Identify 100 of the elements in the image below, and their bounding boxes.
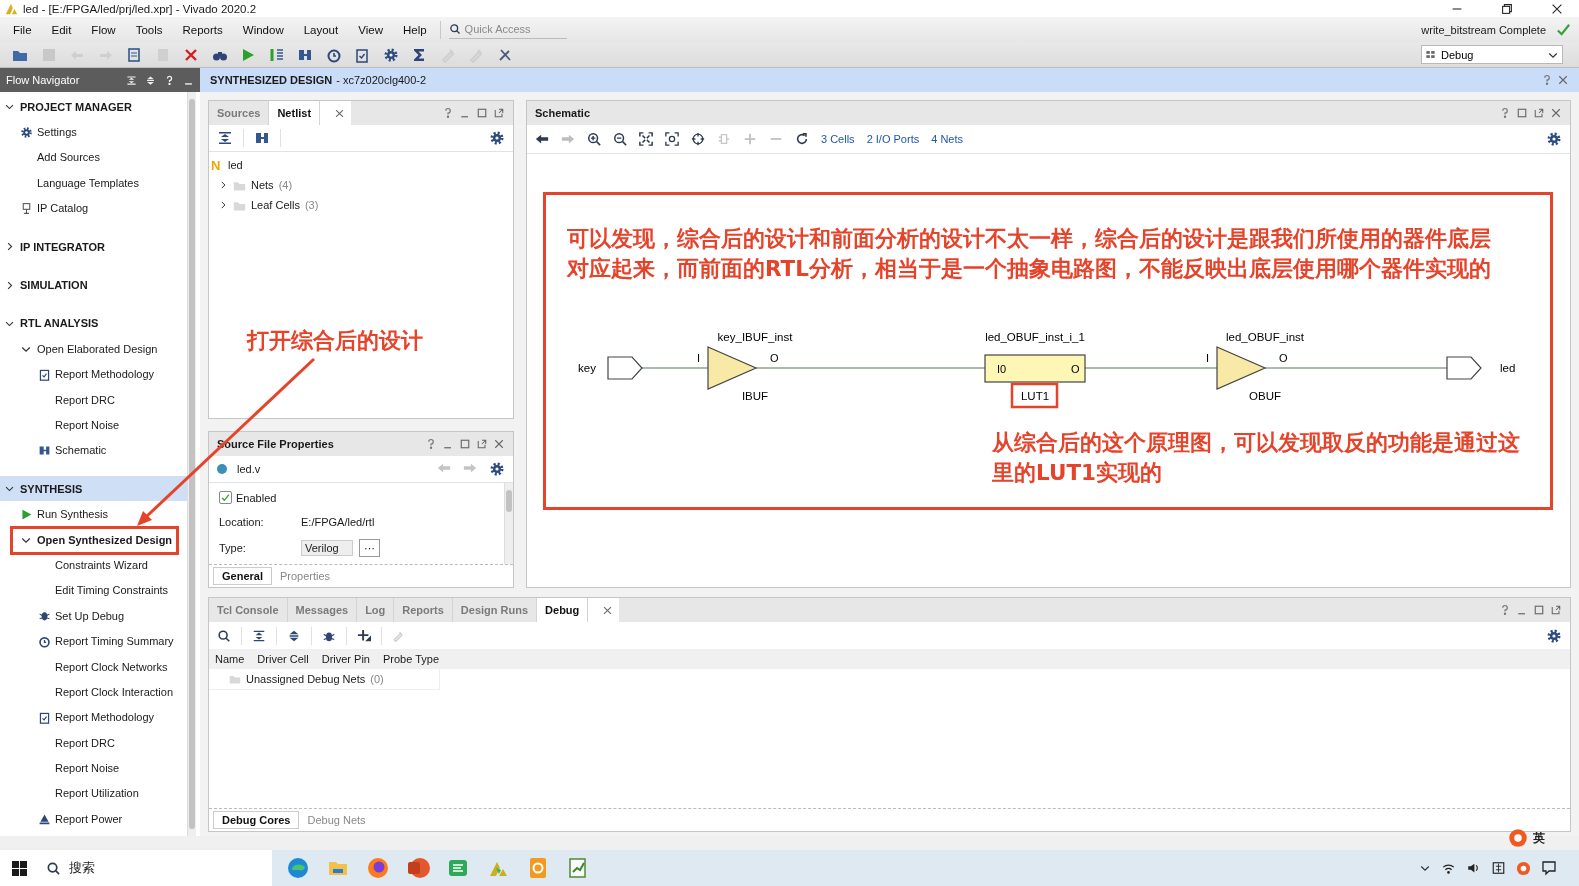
chevron-right-icon[interactable] xyxy=(218,200,228,210)
help-icon[interactable] xyxy=(442,107,454,119)
sogou-icon[interactable] xyxy=(1508,828,1528,848)
nav-item[interactable]: Set Up Debug xyxy=(0,603,187,629)
menu-item[interactable]: Window xyxy=(235,23,284,36)
float-icon[interactable] xyxy=(493,107,505,119)
nav-item[interactable]: IP Catalog xyxy=(0,195,187,221)
menu-item[interactable]: Layout xyxy=(296,23,339,36)
crosshair-icon[interactable] xyxy=(691,132,705,146)
enabled-checkbox[interactable]: Enabled xyxy=(219,491,494,504)
tree-item[interactable]: led xyxy=(228,159,243,171)
nav-item[interactable]: Settings xyxy=(0,119,187,145)
expand-all-icon[interactable] xyxy=(287,628,301,643)
back-arrow-icon[interactable] xyxy=(535,132,549,146)
maximize-icon[interactable] xyxy=(459,438,471,450)
zoom-out-icon[interactable] xyxy=(613,132,627,146)
nav-section[interactable]: IP INTEGRATOR xyxy=(0,233,187,260)
maximize-icon[interactable] xyxy=(1516,107,1528,119)
buffer-cell[interactable] xyxy=(707,346,758,390)
column-header[interactable]: Probe Type xyxy=(383,653,453,665)
nav-item[interactable]: Report DRC xyxy=(0,730,187,756)
zoom-in-icon[interactable] xyxy=(587,132,601,146)
collapse-all-icon[interactable] xyxy=(252,628,266,643)
type-field[interactable]: Verilog xyxy=(301,540,353,556)
nav-item[interactable]: Report Utilization xyxy=(0,780,187,807)
port-symbol[interactable] xyxy=(607,356,643,380)
float-icon[interactable] xyxy=(1533,107,1545,119)
nav-item[interactable]: Report Noise xyxy=(0,755,187,781)
nav-item[interactable]: Report Power xyxy=(0,806,187,832)
nav-item[interactable]: Report Timing Summary xyxy=(0,628,187,654)
help-icon[interactable] xyxy=(1541,74,1553,86)
maximize-icon[interactable] xyxy=(476,107,488,119)
menu-item[interactable]: Edit xyxy=(44,23,72,36)
input-method-icon[interactable] xyxy=(1491,861,1506,875)
nav-item[interactable]: Report Noise xyxy=(0,412,187,438)
ime-mode[interactable]: 英 xyxy=(1533,829,1545,847)
nav-item[interactable]: Report Methodology xyxy=(0,361,187,387)
zoom-fit-selection-icon[interactable] xyxy=(665,132,679,146)
delete-icon[interactable] xyxy=(183,46,199,63)
nav-section[interactable]: PROJECT MANAGER xyxy=(0,94,187,120)
help-icon[interactable] xyxy=(1499,604,1511,616)
panel-tab[interactable]: General xyxy=(213,567,272,585)
settings-icon[interactable] xyxy=(489,461,505,477)
tree-item[interactable]: Unassigned Debug Nets xyxy=(246,673,366,685)
notification-icon[interactable] xyxy=(1541,860,1557,876)
column-header[interactable]: Name xyxy=(215,653,258,665)
collapse-all-icon[interactable] xyxy=(217,130,233,146)
add-icon[interactable] xyxy=(357,628,371,643)
run-icon[interactable] xyxy=(240,46,256,63)
wire[interactable] xyxy=(641,367,1448,369)
layout-dropdown[interactable]: Debug xyxy=(1421,45,1563,64)
bitstream-icon[interactable] xyxy=(268,46,285,63)
fit-icon[interactable] xyxy=(639,132,653,146)
stat-link[interactable]: 4 Nets xyxy=(931,133,963,145)
settings-icon[interactable] xyxy=(489,130,505,146)
menu-item[interactable]: Flow xyxy=(84,23,116,36)
document-icon[interactable] xyxy=(126,46,142,63)
nav-section[interactable]: SYNTHESIS xyxy=(0,476,187,502)
nav-item[interactable]: Constraints Wizard xyxy=(0,552,187,578)
quick-access-field[interactable]: Quick Access xyxy=(462,22,567,36)
taskbar-search-field[interactable]: 搜索 xyxy=(38,850,272,886)
float-icon[interactable] xyxy=(476,438,488,450)
menu-item[interactable]: Tools xyxy=(128,23,163,36)
settings-icon[interactable] xyxy=(1546,131,1562,147)
chevron-right-icon[interactable] xyxy=(218,180,228,190)
panel-tab[interactable]: Debug Nets xyxy=(299,811,374,829)
float-icon[interactable] xyxy=(1550,604,1562,616)
windows-logo-icon[interactable] xyxy=(11,860,27,876)
help-icon[interactable] xyxy=(164,74,175,86)
menu-item[interactable]: View xyxy=(351,23,383,36)
menu-item[interactable]: Reports xyxy=(175,23,223,36)
nav-section[interactable]: RTL ANALYSIS xyxy=(0,310,187,337)
restore-icon[interactable] xyxy=(1499,1,1514,16)
nav-item[interactable]: Edit Timing Constraints xyxy=(0,577,187,604)
panel-tab[interactable]: Debug Cores xyxy=(213,811,300,829)
column-header[interactable]: Driver Cell xyxy=(257,653,322,665)
buffer-cell[interactable] xyxy=(1216,346,1267,390)
stat-link[interactable]: 3 Cells xyxy=(821,133,855,145)
nav-item[interactable]: Report DRC xyxy=(0,386,187,413)
nav-item[interactable]: Report Clock Networks xyxy=(0,653,187,680)
collapse-all-icon[interactable] xyxy=(126,74,137,86)
nav-item[interactable]: Schematic xyxy=(0,437,187,464)
nav-item[interactable]: Add Sources xyxy=(0,144,187,171)
tree-item[interactable]: Leaf Cells xyxy=(251,199,300,211)
panel-tab[interactable]: Properties xyxy=(271,567,339,585)
maximize-icon[interactable] xyxy=(1533,604,1545,616)
nav-item[interactable]: Open Elaborated Design xyxy=(0,336,187,362)
search-icon[interactable] xyxy=(217,628,231,643)
settings-icon[interactable] xyxy=(382,46,399,63)
browse-button[interactable]: ··· xyxy=(359,539,380,557)
scrollbar[interactable] xyxy=(504,483,513,564)
settings-icon[interactable] xyxy=(1546,627,1562,644)
nav-section[interactable]: SIMULATION xyxy=(0,272,187,298)
wifi-icon[interactable] xyxy=(1441,861,1456,875)
stat-link[interactable]: 2 I/O Ports xyxy=(866,133,920,145)
nav-item[interactable]: Run Synthesis xyxy=(0,501,187,527)
speaker-icon[interactable] xyxy=(1466,861,1481,875)
nav-item[interactable]: Report Methodology xyxy=(0,704,187,730)
schematic-icon[interactable] xyxy=(254,130,270,146)
tree-item[interactable]: Nets xyxy=(251,179,274,191)
